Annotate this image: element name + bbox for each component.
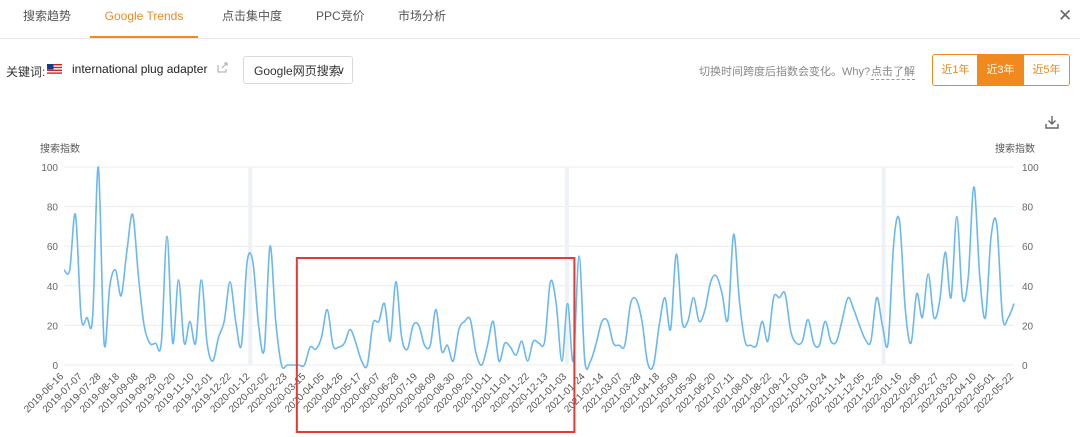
source-select-value: Google网页搜索 — [254, 64, 341, 78]
y-tick-label-right: 80 — [1022, 203, 1034, 214]
keyword-label: 关键词: — [6, 65, 46, 79]
year-marker-band — [248, 167, 253, 365]
tab-bar: 搜索趋势 Google Trends 点击集中度 PPC竞价 市场分析 ✕ — [0, 0, 1080, 39]
y-tick-label-right: 0 — [1022, 361, 1028, 372]
tab-google-trends[interactable]: Google Trends — [90, 0, 198, 38]
marker-bands — [248, 167, 886, 365]
y-tick-label-right: 40 — [1022, 282, 1034, 293]
keyword-text: international plug adapter — [72, 62, 208, 76]
year-marker-band — [564, 167, 569, 365]
y-axis-title-left: 搜索指数 — [40, 142, 80, 155]
source-select[interactable]: Google网页搜索 ∨ — [243, 56, 353, 84]
timespan-hint: 切换时间跨度后指数会变化。Why? — [699, 66, 871, 78]
share-icon[interactable] — [216, 61, 229, 74]
tab-click-concentration[interactable]: 点击集中度 — [222, 0, 282, 36]
tab-market-analysis[interactable]: 市场分析 — [398, 0, 446, 36]
range-1y-button[interactable]: 近1年 — [932, 54, 979, 86]
tab-ppc-bidding[interactable]: PPC竞价 — [316, 0, 365, 36]
series-line — [63, 166, 1015, 371]
range-5y-button[interactable]: 近5年 — [1023, 54, 1070, 86]
y-tick-label-right: 100 — [1022, 163, 1039, 174]
close-icon[interactable]: ✕ — [1058, 6, 1072, 26]
chevron-down-icon: ∨ — [336, 65, 345, 77]
download-icon[interactable] — [1044, 114, 1060, 130]
us-flag-icon — [47, 64, 62, 74]
y-tick-label-left: 20 — [47, 321, 59, 332]
y-axis-title-right: 搜索指数 — [995, 142, 1035, 155]
y-tick-label-left: 80 — [47, 203, 59, 214]
y-tick-label-left: 60 — [47, 242, 59, 253]
y-tick-label-right: 60 — [1022, 242, 1034, 253]
y-ticks: 0 0 20 20 40 40 60 60 80 80 100 100 — [41, 163, 1039, 372]
x-ticks: 2019-06-162019-07-072019-07-282019-08-18… — [22, 371, 1016, 415]
range-3y-button[interactable]: 近3年 — [977, 54, 1024, 86]
y-tick-label-right: 20 — [1022, 321, 1034, 332]
learn-more-link[interactable]: 点击了解 — [871, 63, 915, 80]
tab-search-trend[interactable]: 搜索趋势 — [23, 0, 71, 36]
y-tick-label-left: 40 — [47, 282, 59, 293]
trend-chart: 搜索指数 搜索指数 0 0 20 20 40 40 60 60 80 80 100 100 2019-… — [22, 142, 1039, 433]
y-tick-label-left: 0 — [52, 361, 58, 372]
y-tick-label-left: 100 — [41, 163, 58, 174]
filter-bar: 关键词: international plug adapter Google网页… — [0, 52, 1080, 88]
series-line-group — [63, 166, 1015, 371]
